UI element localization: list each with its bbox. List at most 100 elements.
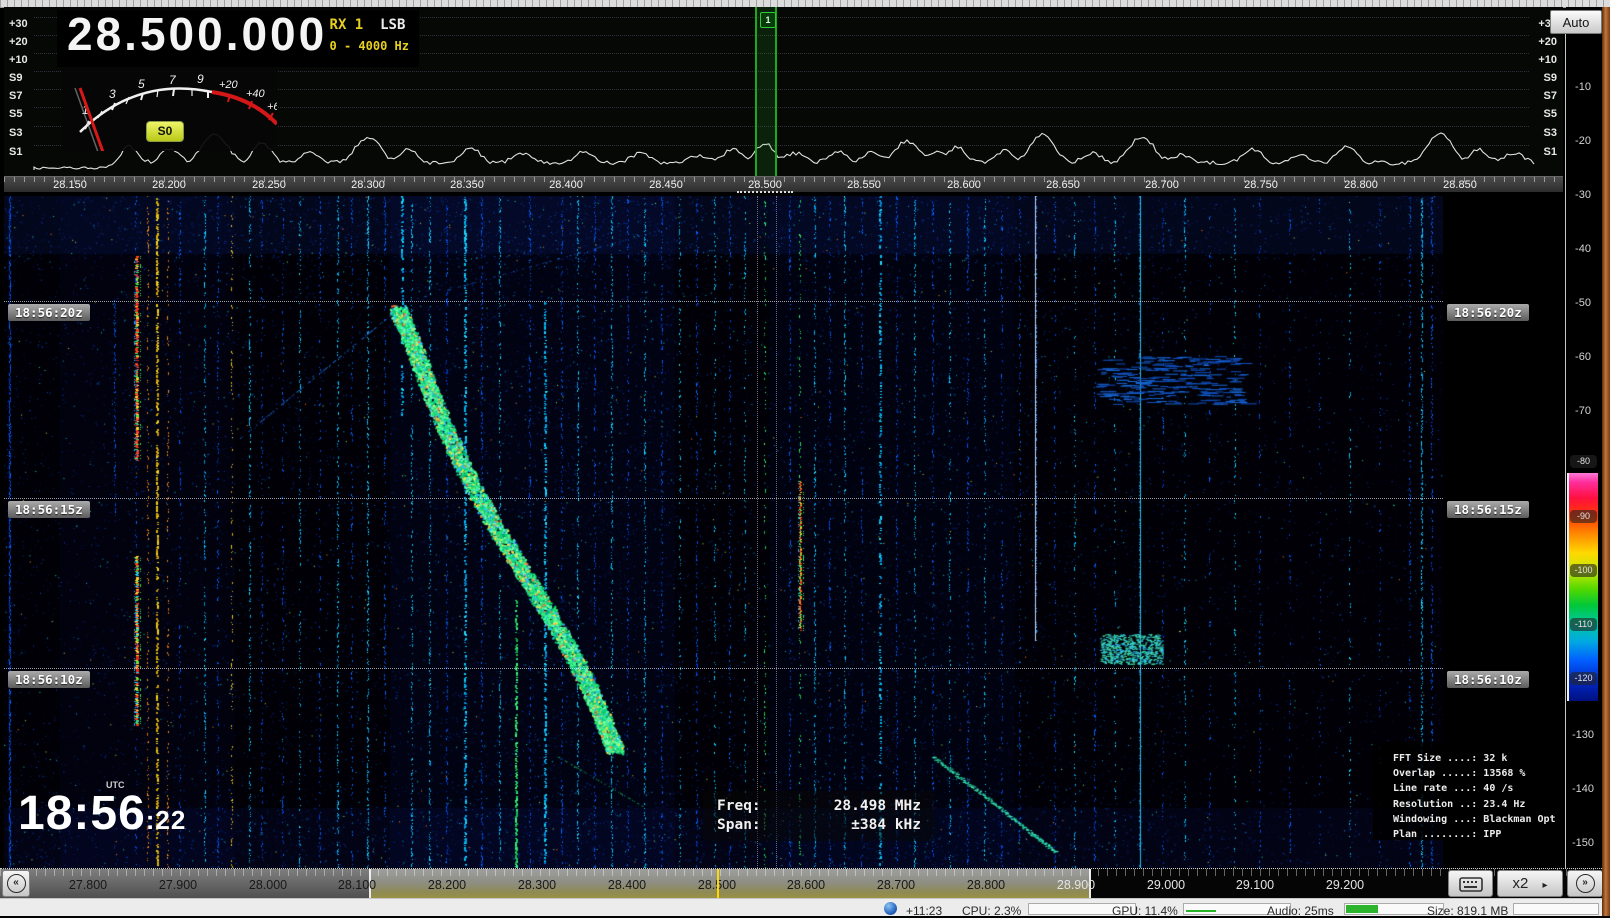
band-tick: 29.000	[1147, 878, 1185, 892]
freq-tick: 28.750	[1244, 179, 1278, 191]
svg-text:9: 9	[197, 72, 204, 86]
fft-info-panel: FFT Size ....: 32 k Overlap .....: 13568…	[1373, 742, 1565, 840]
band-tick: 28.400	[608, 878, 646, 892]
freq-tick: 28.500	[748, 179, 782, 191]
svg-text:+60: +60	[267, 101, 277, 113]
band-next-button[interactable]: »	[1567, 870, 1603, 897]
freq-tick: 28.800	[1344, 179, 1378, 191]
mode-label[interactable]: LSB	[380, 17, 405, 33]
band-tick: 29.200	[1326, 878, 1364, 892]
band-tick: 29.100	[1236, 878, 1274, 892]
freq-tick: 28.250	[252, 179, 286, 191]
fft-info-line: Plan ........: IPP	[1393, 827, 1565, 842]
buffer-meter	[1513, 903, 1599, 915]
band-prev-button[interactable]: «	[2, 870, 30, 897]
filter-label[interactable]: 0 - 4000 Hz	[330, 39, 409, 53]
waterfall-timeline	[4, 668, 1443, 669]
spectrum-frequency-scale[interactable]: 28.150 28.200 28.250 28.300 28.350 28.40…	[4, 176, 1563, 192]
tuning-line-left	[757, 196, 758, 868]
tuning-marker[interactable]: 1	[755, 7, 777, 176]
freq-tick: 28.700	[1145, 179, 1179, 191]
vfo-display[interactable]: 28.500.000 RX 1 LSB 0 - 4000 Hz	[57, 10, 419, 67]
band-tick: 28.200	[428, 878, 466, 892]
band-frequency-marker[interactable]	[717, 869, 719, 899]
db-label: -70	[1566, 405, 1600, 417]
band-scale-bar[interactable]: 27.800 27.900 28.000 28.100 28.200 28.30…	[0, 868, 1610, 898]
clock-seconds: :22	[146, 805, 187, 835]
band-tick: 28.300	[518, 878, 556, 892]
freq-tick: 28.350	[450, 179, 484, 191]
band-tick: 28.700	[877, 878, 915, 892]
waterfall-timeline	[4, 498, 1443, 499]
play-icon: ▸	[1542, 880, 1547, 891]
fft-info-line: FFT Size ....: 32 k	[1393, 751, 1565, 766]
keyboard-icon	[1459, 877, 1483, 892]
prev-icon: «	[7, 874, 26, 893]
cursor-span-label: Span:	[717, 816, 761, 835]
band-tick: 27.900	[159, 878, 197, 892]
band-tick: 28.800	[967, 878, 1005, 892]
timestamp-right: 18:56:10z	[1447, 671, 1529, 688]
timestamp-right: 18:56:15z	[1447, 501, 1529, 518]
band-tick: 28.600	[787, 878, 825, 892]
keyboard-entry-button[interactable]	[1448, 870, 1493, 897]
legend-label: -100	[1570, 564, 1597, 577]
rx-label: RX 1	[330, 17, 364, 33]
legend-label: -80	[1570, 455, 1597, 468]
db-label: -60	[1566, 351, 1600, 363]
timestamp-left: 18:56:15z	[8, 501, 90, 518]
passband-indicator	[737, 191, 793, 193]
utc-clock: UTC 18:56:22	[18, 778, 238, 848]
cursor-info-overlay: Freq:28.498 MHz Span:±384 kHz	[703, 791, 935, 841]
tuning-marker-flag[interactable]: 1	[760, 12, 776, 28]
db-label: -30	[1566, 189, 1600, 201]
status-bar: +11:23 CPU: 2.3% GPU: 11.4% Audio: 25ms …	[0, 898, 1610, 916]
fft-info-line: Line rate ...: 40 /s	[1393, 781, 1565, 796]
band-bar-ticks	[0, 869, 1610, 876]
freq-tick: 28.600	[947, 179, 981, 191]
timestamp-left: 18:56:20z	[8, 304, 90, 321]
waterfall-timeline	[4, 301, 1443, 302]
band-tick: 28.000	[249, 878, 287, 892]
clock-time: 18:56	[18, 787, 146, 840]
gpu-meter-bar	[1186, 910, 1216, 912]
auto-range-button[interactable]: Auto	[1550, 10, 1602, 34]
zoom-label: x2	[1512, 875, 1528, 892]
timestamp-right: 18:56:20z	[1447, 304, 1529, 321]
freq-tick: 28.650	[1046, 179, 1080, 191]
svg-text:3: 3	[109, 87, 116, 101]
db-label: -50	[1566, 297, 1600, 309]
fft-info-line: Resolution ..: 23.4 Hz	[1393, 797, 1565, 812]
db-label: -40	[1566, 243, 1600, 255]
freq-tick: 28.450	[649, 179, 683, 191]
db-label: -20	[1566, 135, 1600, 147]
fft-info-line: Windowing ...: Blackman Opt	[1393, 812, 1565, 827]
network-globe-icon	[884, 902, 897, 915]
db-label: -10	[1566, 81, 1600, 93]
legend-label: -90	[1570, 510, 1597, 523]
audio-meter-bar	[1346, 905, 1378, 913]
db-label: -150	[1566, 837, 1600, 849]
svg-text:7: 7	[169, 73, 177, 87]
zoom-x2-button[interactable]: x2 ▸	[1497, 870, 1563, 897]
freq-tick: 28.300	[351, 179, 385, 191]
freq-tick: 28.550	[847, 179, 881, 191]
band-tick: 28.100	[338, 878, 376, 892]
legend-label: -120	[1570, 672, 1597, 685]
next-icon: »	[1576, 874, 1595, 893]
scale-ticks	[4, 177, 1563, 182]
window-right-edge	[1602, 7, 1610, 916]
waterfall-display[interactable]	[4, 196, 1443, 868]
svg-text:5: 5	[138, 77, 145, 91]
db-label: -130	[1566, 729, 1600, 741]
s-meter: 1 3 5 7 9 +20 +40 +60 S0	[62, 68, 277, 151]
band-tick: 28.900	[1057, 878, 1095, 892]
waterfall-color-legend[interactable]	[1567, 473, 1598, 701]
freq-tick: 28.200	[152, 179, 186, 191]
vfo-info: RX 1 LSB 0 - 4000 Hz	[330, 17, 409, 53]
cursor-span-value: ±384 kHz	[851, 816, 921, 835]
svg-text:+40: +40	[246, 88, 266, 100]
vfo-frequency[interactable]: 28.500.000	[67, 7, 327, 61]
db-label: -140	[1566, 783, 1600, 795]
tuning-line-right	[776, 196, 777, 868]
